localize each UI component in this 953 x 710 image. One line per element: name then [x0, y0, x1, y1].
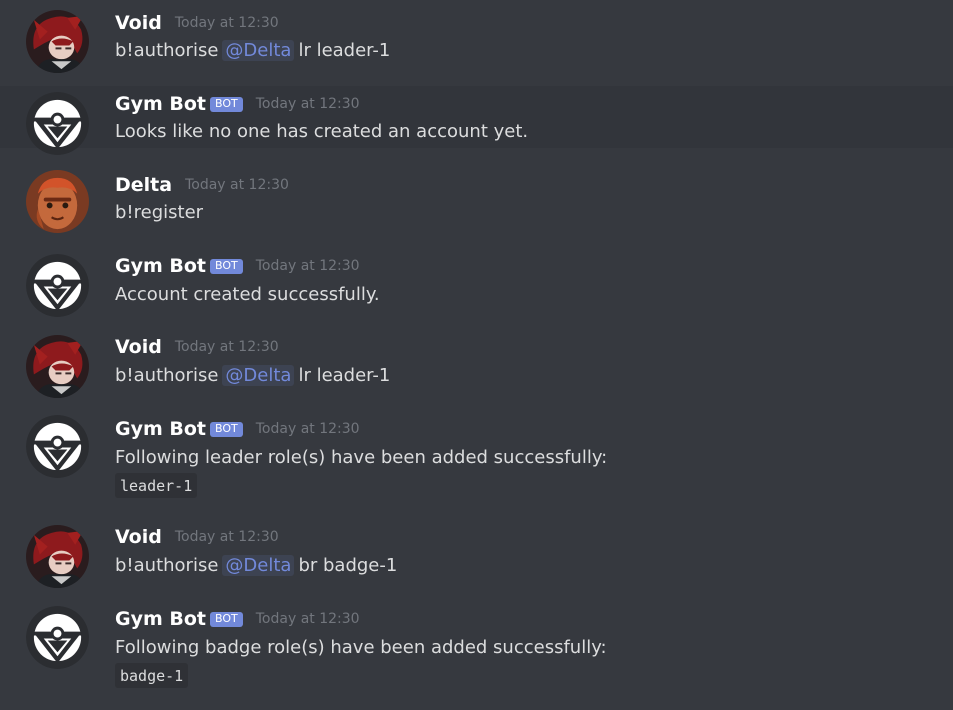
void-avatar[interactable]: [26, 335, 89, 398]
chat-log: Void Today at 12:30 b!authorise @Delta l…: [0, 0, 953, 710]
author-name[interactable]: Gym Bot: [115, 608, 206, 630]
message-row: Gym Bot BOT Today at 12:30 Following bad…: [0, 596, 953, 710]
inline-code: badge-1: [115, 663, 189, 688]
message-text: Following leader role(s) have been added…: [115, 446, 608, 468]
user-mention[interactable]: @Delta: [222, 39, 295, 61]
timestamp: Today at 12:30: [255, 421, 360, 437]
gym-bot-avatar[interactable]: [26, 254, 89, 317]
message-row: Delta Today at 12:30 b!register: [0, 160, 953, 240]
timestamp: Today at 12:30: [255, 258, 360, 274]
author-name[interactable]: Gym Bot: [115, 93, 206, 115]
message-header: Gym Bot BOT Today at 12:30: [115, 607, 360, 631]
message-header: Void Today at 12:30: [115, 525, 279, 549]
message-header: Void Today at 12:30: [115, 11, 279, 35]
message-text: lr leader-1: [298, 364, 391, 386]
void-avatar[interactable]: [26, 525, 89, 588]
message-header: Gym Bot BOT Today at 12:30: [115, 92, 360, 116]
message-row: Void Today at 12:30 b!authorise @Delta l…: [0, 324, 953, 404]
user-mention[interactable]: @Delta: [222, 554, 295, 576]
bot-badge: BOT: [210, 611, 243, 627]
timestamp: Today at 12:30: [174, 339, 279, 355]
author-name[interactable]: Void: [115, 336, 162, 358]
author-name[interactable]: Void: [115, 526, 162, 548]
message-header: Delta Today at 12:30: [115, 173, 289, 197]
message-text: b!authorise: [115, 554, 219, 576]
author-name[interactable]: Gym Bot: [115, 255, 206, 277]
timestamp: Today at 12:30: [185, 177, 289, 193]
message-header: Void Today at 12:30: [115, 335, 279, 359]
message-text: br badge-1: [298, 554, 398, 576]
author-name[interactable]: Delta: [115, 174, 172, 196]
user-mention[interactable]: @Delta: [222, 364, 295, 386]
timestamp: Today at 12:30: [255, 96, 360, 112]
message-content: Following badge role(s) have been added …: [115, 634, 607, 660]
bot-badge: BOT: [210, 258, 243, 274]
message-row: Gym Bot BOT Today at 12:30 Looks like no…: [0, 86, 953, 148]
message-content: Account created successfully.: [115, 281, 380, 307]
bot-badge: BOT: [210, 96, 243, 112]
message-row: Void Today at 12:30 b!authorise @Delta b…: [0, 514, 953, 596]
timestamp: Today at 12:30: [174, 529, 279, 545]
message-header: Gym Bot BOT Today at 12:30: [115, 254, 360, 278]
delta-avatar[interactable]: [26, 170, 89, 233]
message-content: b!authorise @Delta lr leader-1: [115, 362, 390, 388]
gym-bot-avatar[interactable]: [26, 92, 89, 155]
message-header: Gym Bot BOT Today at 12:30: [115, 417, 360, 441]
void-avatar[interactable]: [26, 10, 89, 73]
message-text: b!authorise: [115, 39, 219, 61]
message-content: Looks like no one has created an account…: [115, 118, 528, 144]
message-text: Account created successfully.: [115, 283, 380, 305]
author-name[interactable]: Void: [115, 12, 162, 34]
timestamp: Today at 12:30: [174, 15, 279, 31]
message-content: b!authorise @Delta lr leader-1: [115, 37, 390, 63]
author-name[interactable]: Gym Bot: [115, 418, 206, 440]
message-text: b!register: [115, 201, 204, 223]
message-content: b!authorise @Delta br badge-1: [115, 552, 397, 578]
message-text: Looks like no one has created an account…: [115, 120, 529, 142]
message-text: Following badge role(s) have been added …: [115, 636, 607, 658]
message-row: Void Today at 12:30 b!authorise @Delta l…: [0, 0, 953, 82]
message-text: lr leader-1: [298, 39, 391, 61]
bot-badge: BOT: [210, 421, 243, 437]
message-content: b!register: [115, 199, 203, 225]
timestamp: Today at 12:30: [255, 611, 360, 627]
gym-bot-avatar[interactable]: [26, 606, 89, 669]
message-text: b!authorise: [115, 364, 219, 386]
message-row: Gym Bot BOT Today at 12:30 Account creat…: [0, 242, 953, 322]
message-row: Gym Bot BOT Today at 12:30 Following lea…: [0, 406, 953, 510]
inline-code: leader-1: [115, 473, 198, 498]
gym-bot-avatar[interactable]: [26, 415, 89, 478]
message-content: Following leader role(s) have been added…: [115, 444, 607, 470]
